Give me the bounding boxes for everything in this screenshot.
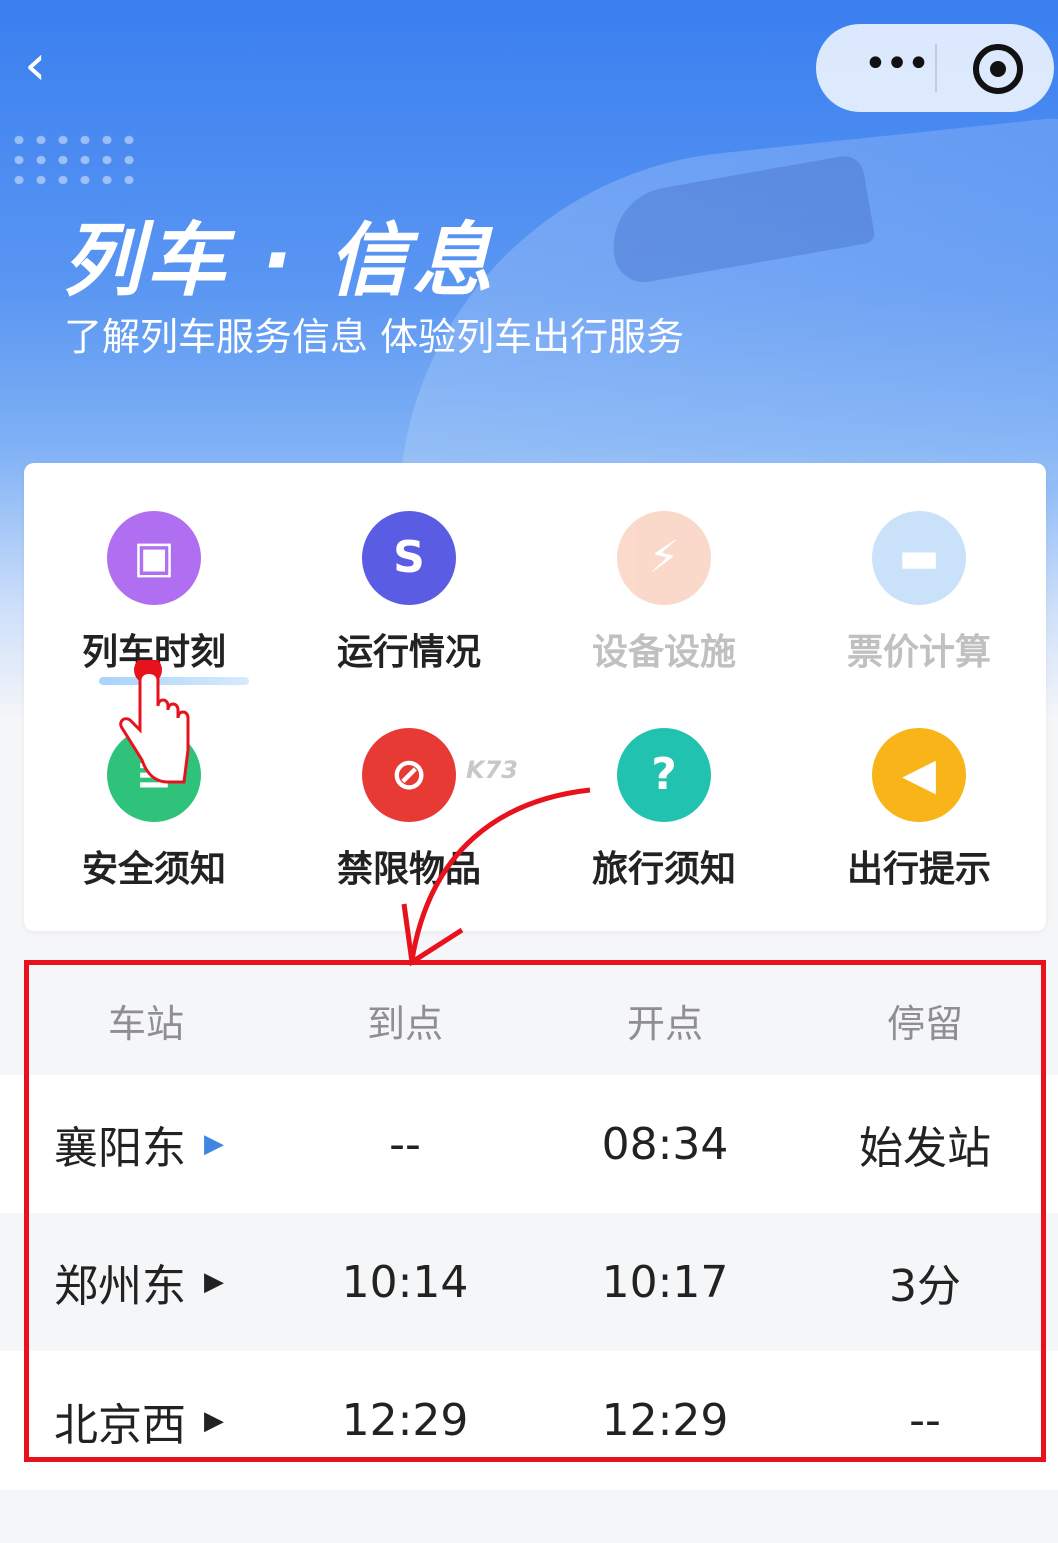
miniprogram-capsule: ••• [816,24,1054,112]
depart-time: 12:29 [601,1395,729,1446]
station-name: 郑州东 [54,1261,186,1312]
menu-item-label: 禁限物品 [336,849,481,890]
table-header: 车站 到点 开点 停留 [0,965,1058,1075]
prohibited-luggage-icon: ⊘ [362,728,456,822]
dot-pattern-decoration [8,130,138,190]
page-subtitle: 了解列车服务信息 体验列车出行服务 [64,315,685,359]
menu-item-facilities[interactable]: ⚡ 设备设施 [554,511,774,701]
active-underline [99,677,249,685]
depart-time: 08:34 [601,1118,729,1170]
play-arrow-icon: ▶ [204,1129,224,1159]
speaker-icon: ◀ [872,728,966,822]
menu-item-travel-tips[interactable]: ◀ 出行提示 [809,728,1029,918]
stop-duration: 始发站 [859,1123,991,1174]
arrive-time: 10:14 [341,1256,469,1308]
schedule-table: 车站 到点 开点 停留 襄阳东 ▶ -- 08:34 始发站 郑州东 ▶ 10:… [0,965,1058,1490]
ticket-icon: ▬ [872,511,966,605]
question-bubble-icon: ? [617,728,711,822]
back-icon[interactable]: ‹ [24,36,74,96]
menu-item-label: 出行提示 [846,849,991,890]
table-row[interactable]: 郑州东 ▶ 10:14 10:17 3分 [0,1213,1058,1351]
route-icon: S [362,511,456,605]
menu-item-safety[interactable]: ≡ 安全须知 [44,728,264,918]
station-name-link[interactable]: 郑州东 ▶ [34,1213,274,1351]
menu-item-fare-calc[interactable]: ▬ 票价计算 [809,511,1029,701]
play-arrow-icon: ▶ [204,1405,224,1436]
menu-item-running-status[interactable]: S 运行情况 [299,511,519,701]
station-name: 北京西 [54,1399,186,1451]
stop-duration: 3分 [889,1261,961,1312]
header-station: 车站 [107,1001,184,1046]
notice-icon: ≡ [107,728,201,822]
train-icon: ▣ [107,511,201,605]
station-name-link[interactable]: 北京西 ▶ [34,1351,274,1490]
play-arrow-icon: ▶ [204,1267,224,1297]
menu-item-label: 运行情况 [336,632,481,673]
more-icon[interactable]: ••• [846,24,946,112]
close-target-icon[interactable] [973,44,1023,94]
menu-item-label: 旅行须知 [591,849,736,890]
arrive-time: 12:29 [341,1395,469,1446]
header-stop: 停留 [886,1001,963,1046]
table-row[interactable]: 襄阳东 ▶ -- 08:34 始发站 [0,1075,1058,1213]
depart-time: 10:17 [601,1256,729,1308]
menu-item-travel-notice[interactable]: ? 旅行须知 [554,728,774,918]
menu-item-label: 票价计算 [846,632,991,673]
header-depart: 开点 [626,1001,703,1046]
page-title: 列车 · 信息 [62,214,497,307]
capsule-divider [935,44,937,92]
plug-icon: ⚡ [617,511,711,605]
menu-item-label: 设备设施 [591,632,736,673]
arrive-time: -- [389,1118,421,1170]
menu-item-train-schedule[interactable]: ▣ 列车时刻 [44,511,264,701]
menu-item-label: 列车时刻 [81,632,226,673]
table-row[interactable]: 北京西 ▶ 12:29 12:29 -- [0,1351,1058,1490]
menu-item-label: 安全须知 [81,849,226,890]
stop-duration: -- [909,1395,941,1446]
watermark-logo: K73 [466,756,518,784]
service-menu-card: ▣ 列车时刻 S 运行情况 ⚡ 设备设施 ▬ 票价计算 ≡ 安全须知 ⊘ 禁限物… [24,463,1046,931]
station-name-link[interactable]: 襄阳东 ▶ [34,1075,274,1213]
station-name: 襄阳东 [54,1123,186,1174]
header-arrive: 到点 [366,1001,443,1046]
